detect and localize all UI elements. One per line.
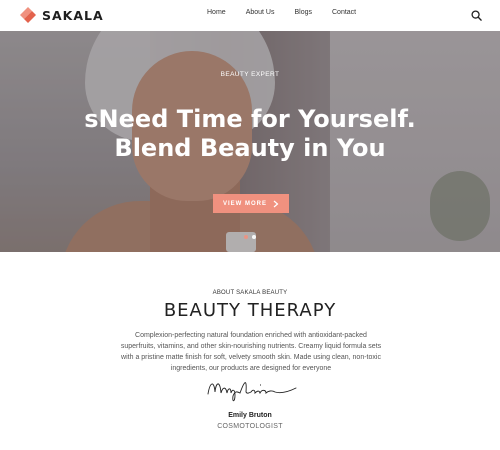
about-kicker: ABOUT SAKALA BEAUTY (212, 290, 288, 296)
nav-item-contact[interactable]: Contact (332, 9, 356, 16)
brand-name: SAKALA (42, 7, 104, 23)
signature-image (207, 382, 297, 402)
nav-item-home[interactable]: Home (207, 9, 226, 16)
logo[interactable]: SAKALA (20, 6, 104, 24)
view-more-label: VIEW MORE (222, 200, 267, 207)
chevron-right-icon (273, 200, 279, 207)
view-more-button[interactable]: VIEW MORE (213, 194, 289, 213)
slider-dot-2[interactable] (252, 235, 256, 239)
nav-item-blogs[interactable]: Blogs (294, 9, 312, 16)
hero-headline-line1: sNeed Time for Yourself. (84, 105, 416, 133)
about-description: Complexion-perfecting natural foundation… (120, 332, 382, 372)
hero-slider: BEAUTY EXPERT sNeed Time for Yourself. B… (0, 31, 500, 252)
nav-item-about-us[interactable]: About Us (246, 9, 275, 16)
site-header: SAKALA Home About Us Blogs Contact (0, 0, 500, 31)
hero-headline: sNeed Time for Yourself. Blend Beauty in… (0, 105, 500, 163)
person-name: Emily Bruton (228, 412, 272, 419)
search-icon[interactable] (471, 10, 482, 21)
slider-dots (244, 235, 256, 239)
slider-dot-1[interactable] (244, 235, 248, 239)
hero-headline-line2: Blend Beauty in You (114, 134, 386, 162)
about-title: BEAUTY THERAPY (163, 300, 337, 321)
person-role: COSMOTOLOGIST (217, 423, 283, 430)
logo-icon (20, 7, 36, 23)
hero-kicker: BEAUTY EXPERT (220, 71, 280, 78)
main-nav: Home About Us Blogs Contact (207, 9, 356, 16)
